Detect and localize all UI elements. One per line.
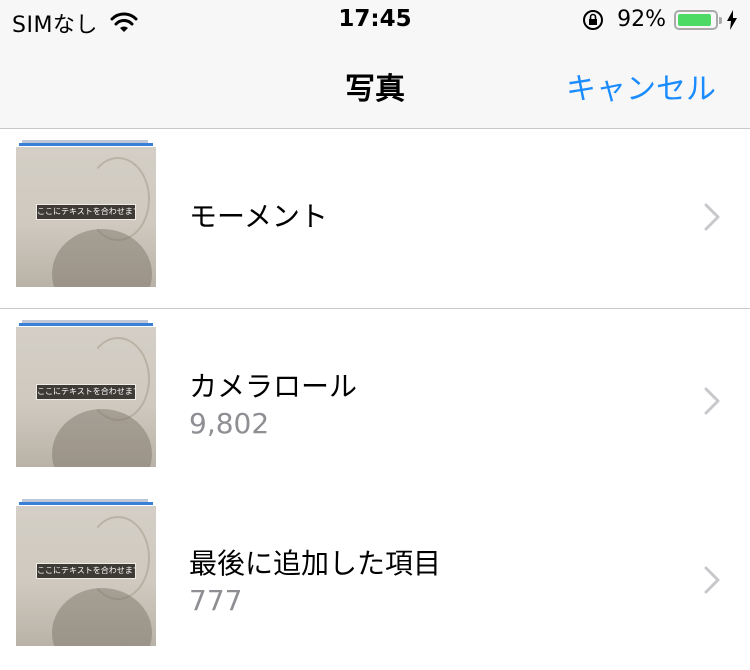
album-thumbnail: ここにテキストを合わせます [16, 129, 156, 299]
thumbnail-shadow [52, 409, 152, 467]
album-thumbnail: ここにテキストを合わせます [16, 488, 156, 658]
thumbnail-shadow [52, 588, 152, 646]
battery-icon [674, 9, 722, 30]
album-row-camera-roll[interactable]: ここにテキストを合わせます カメラロール 9,802 [0, 308, 750, 479]
album-thumbnail: ここにテキストを合わせます [16, 309, 156, 479]
cancel-button[interactable]: キャンセル [566, 64, 716, 108]
status-right: 92% [581, 7, 738, 32]
chevron-right-icon [704, 203, 720, 231]
battery-fill [678, 13, 712, 26]
album-count: 9,802 [189, 407, 270, 440]
album-title: カメラロール [189, 370, 358, 403]
chevron-right-icon [704, 387, 720, 415]
thumbnail-image: ここにテキストを合わせます [16, 327, 156, 467]
thumbnail-shadow [52, 229, 152, 287]
stack-edge [19, 323, 153, 326]
album-count: 777 [189, 584, 243, 617]
album-row-recently-added[interactable]: ここにテキストを合わせます 最後に追加した項目 777 [0, 488, 750, 658]
battery-percent: 92% [617, 7, 666, 32]
orientation-lock-icon [583, 9, 604, 30]
thumbnail-image: ここにテキストを合わせます [16, 147, 156, 287]
stack-edge [19, 143, 153, 146]
thumbnail-caption: ここにテキストを合わせます [36, 204, 136, 220]
stack-edge [19, 502, 153, 505]
thumbnail-caption: ここにテキストを合わせます [36, 563, 136, 579]
chevron-right-icon [704, 566, 720, 594]
album-row-moments[interactable]: ここにテキストを合わせます モーメント [0, 129, 750, 299]
status-bar: SIMなし 17:45 92% [0, 0, 750, 40]
charging-bolt-icon [727, 9, 737, 30]
album-title: 最後に追加した項目 [189, 547, 442, 580]
album-title: モーメント [189, 200, 328, 233]
thumbnail-image: ここにテキストを合わせます [16, 506, 156, 646]
battery-nub [719, 16, 722, 24]
navigation-bar: 写真 キャンセル [0, 40, 750, 129]
thumbnail-caption: ここにテキストを合わせます [36, 384, 136, 400]
